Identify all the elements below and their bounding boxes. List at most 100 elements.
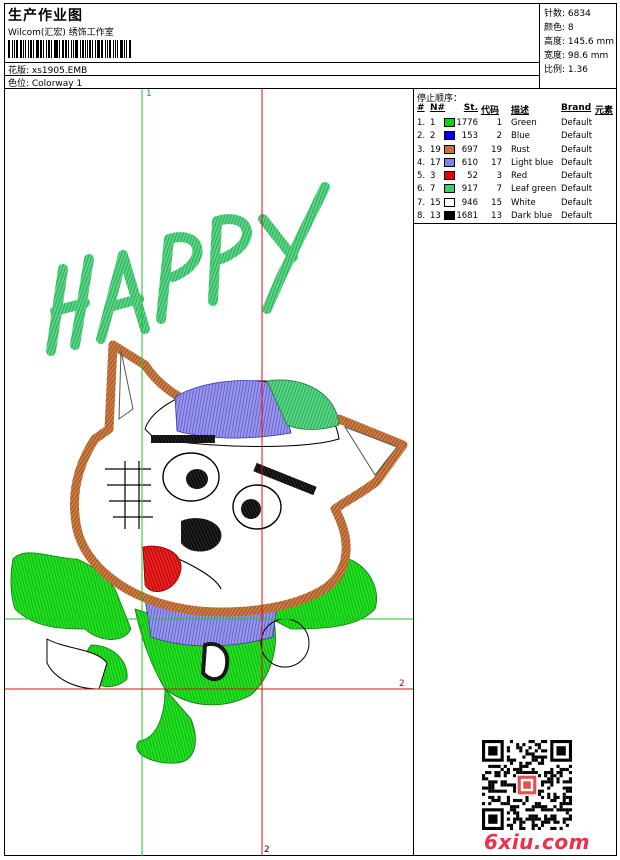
row-code: 7 — [496, 184, 502, 195]
row-needle: 1 — [430, 118, 436, 128]
barcode-bar — [81, 40, 84, 58]
col-brand: Brand — [561, 103, 592, 113]
color-swatch — [444, 211, 455, 221]
barcode-bar — [33, 40, 35, 58]
color-swatch — [444, 171, 455, 181]
table-row: 2. 2 153 2 Blue Default — [414, 131, 618, 144]
row-stitches: 697 — [461, 144, 478, 155]
barcode-bar — [79, 40, 81, 58]
barcode-bar — [8, 40, 10, 58]
row-brand: Default — [561, 197, 593, 208]
barcode-bar — [62, 40, 65, 58]
barcode-bar — [89, 40, 92, 58]
design-height: 高度: 145.6 mm — [544, 37, 615, 47]
embroidery-drawing — [5, 89, 413, 856]
row-description: Rust — [511, 144, 530, 155]
row-index: 3. — [417, 144, 426, 155]
col-index: # — [417, 103, 425, 113]
row-description: Dark blue — [511, 211, 553, 222]
barcode-bar — [124, 40, 126, 58]
row-code: 15 — [491, 197, 502, 208]
barcode-bar — [55, 40, 59, 58]
table-row: 7. 15 946 15 White Default — [414, 197, 618, 211]
row-description: Light blue — [511, 157, 554, 168]
header: 生产作业图 Wilcom(汇宏) 绣饰工作室 花版: xs1905.EMB 色位… — [5, 4, 539, 89]
barcode-bar — [120, 40, 124, 58]
barcode-bar — [74, 40, 78, 58]
row-code: 2 — [496, 131, 502, 142]
color-swatch — [444, 144, 455, 154]
barcode-bar — [70, 40, 72, 58]
barcode-bar — [13, 40, 15, 58]
table-row: 1. 1 1776 1 Green Default — [414, 118, 618, 131]
barcode-bar — [112, 40, 114, 58]
row-index: 6. — [417, 184, 426, 195]
row-index: 7. — [417, 197, 426, 208]
row-brand: Default — [561, 118, 593, 128]
table-row: 4. 17 610 17 Light blue Default — [414, 157, 618, 171]
barcode-bar — [23, 40, 25, 58]
row-needle: 15 — [430, 197, 441, 208]
row-code: 1 — [496, 118, 502, 128]
row-brand: Default — [561, 157, 593, 168]
barcode-bar — [53, 40, 55, 58]
barcode-bar — [45, 40, 47, 58]
row-needle: 3 — [430, 171, 436, 182]
col-needle: N# — [430, 103, 446, 113]
barcode-bar — [97, 40, 100, 58]
row-index: 4. — [417, 157, 426, 168]
row-stitches: 153 — [461, 131, 478, 142]
row-description: Leaf green — [511, 184, 557, 195]
color-swatch — [444, 131, 455, 141]
col-stitches: St. — [463, 103, 478, 113]
col-description: 描述 — [511, 106, 530, 116]
barcode-bar — [28, 40, 30, 58]
barcode-bar — [87, 40, 89, 58]
barcode-bar — [50, 40, 52, 58]
color-swatch — [444, 157, 455, 167]
sequence-header: # N# St. 代码 描述 Brand 元素 — [414, 103, 618, 116]
row-stitches: 946 — [461, 197, 478, 208]
row-index: 5. — [417, 171, 426, 182]
guide-marker-red-horizontal: 2 — [399, 679, 405, 689]
barcode-bar — [72, 40, 74, 58]
row-stitches: 610 — [461, 157, 478, 168]
barcode-bar — [19, 40, 23, 58]
row-description: White — [511, 197, 536, 208]
barcode-bar — [68, 40, 69, 58]
col-element: 元素 — [595, 106, 614, 116]
table-row: 8. 13 1681 13 Dark blue Default — [414, 211, 618, 224]
sheet-title: 生产作业图 — [8, 8, 83, 24]
row-brand: Default — [561, 144, 593, 155]
stitch-count: 针数: 6834 — [544, 9, 591, 19]
barcode-bar — [114, 40, 116, 58]
row-brand: Default — [561, 184, 593, 195]
design-width: 宽度: 98.6 mm — [544, 51, 609, 61]
row-stitches: 52 — [467, 171, 478, 182]
divider — [413, 224, 414, 856]
row-needle: 2 — [430, 131, 436, 142]
stop-sequence-table: 停止顺序： # N# St. 代码 描述 Brand 元素 1. 1 1776 1 Gr… — [413, 89, 617, 224]
barcode-bar — [30, 40, 33, 58]
barcode-bar — [59, 40, 61, 58]
sequence-rows: 1. 1 1776 1 Green Default 2. 2 153 2 Blue Default 3.… — [414, 118, 618, 224]
barcode-bar — [65, 40, 68, 58]
barcode-bar — [108, 40, 111, 58]
barcode-bar — [100, 40, 103, 58]
col-code: 代码 — [481, 106, 500, 116]
table-row: 3. 19 697 19 Rust Default — [414, 144, 618, 158]
color-count: 颜色: 8 — [544, 23, 574, 33]
table-row: 6. 7 917 7 Leaf green Default — [414, 184, 618, 197]
row-stitches: 1776 — [456, 118, 478, 128]
barcode-bar — [95, 40, 97, 58]
barcode-bar — [25, 40, 27, 58]
studio-name: Wilcom(汇宏) 绣饰工作室 — [8, 28, 114, 38]
barcode-bar — [15, 40, 18, 58]
row-index: 1. — [417, 118, 426, 128]
row-code: 13 — [491, 211, 502, 222]
barcode-bar — [116, 40, 119, 58]
color-swatch — [444, 184, 455, 194]
guide-marker-red-vertical: 2 — [264, 845, 270, 855]
row-code: 17 — [491, 157, 502, 168]
row-brand: Default — [561, 171, 593, 182]
